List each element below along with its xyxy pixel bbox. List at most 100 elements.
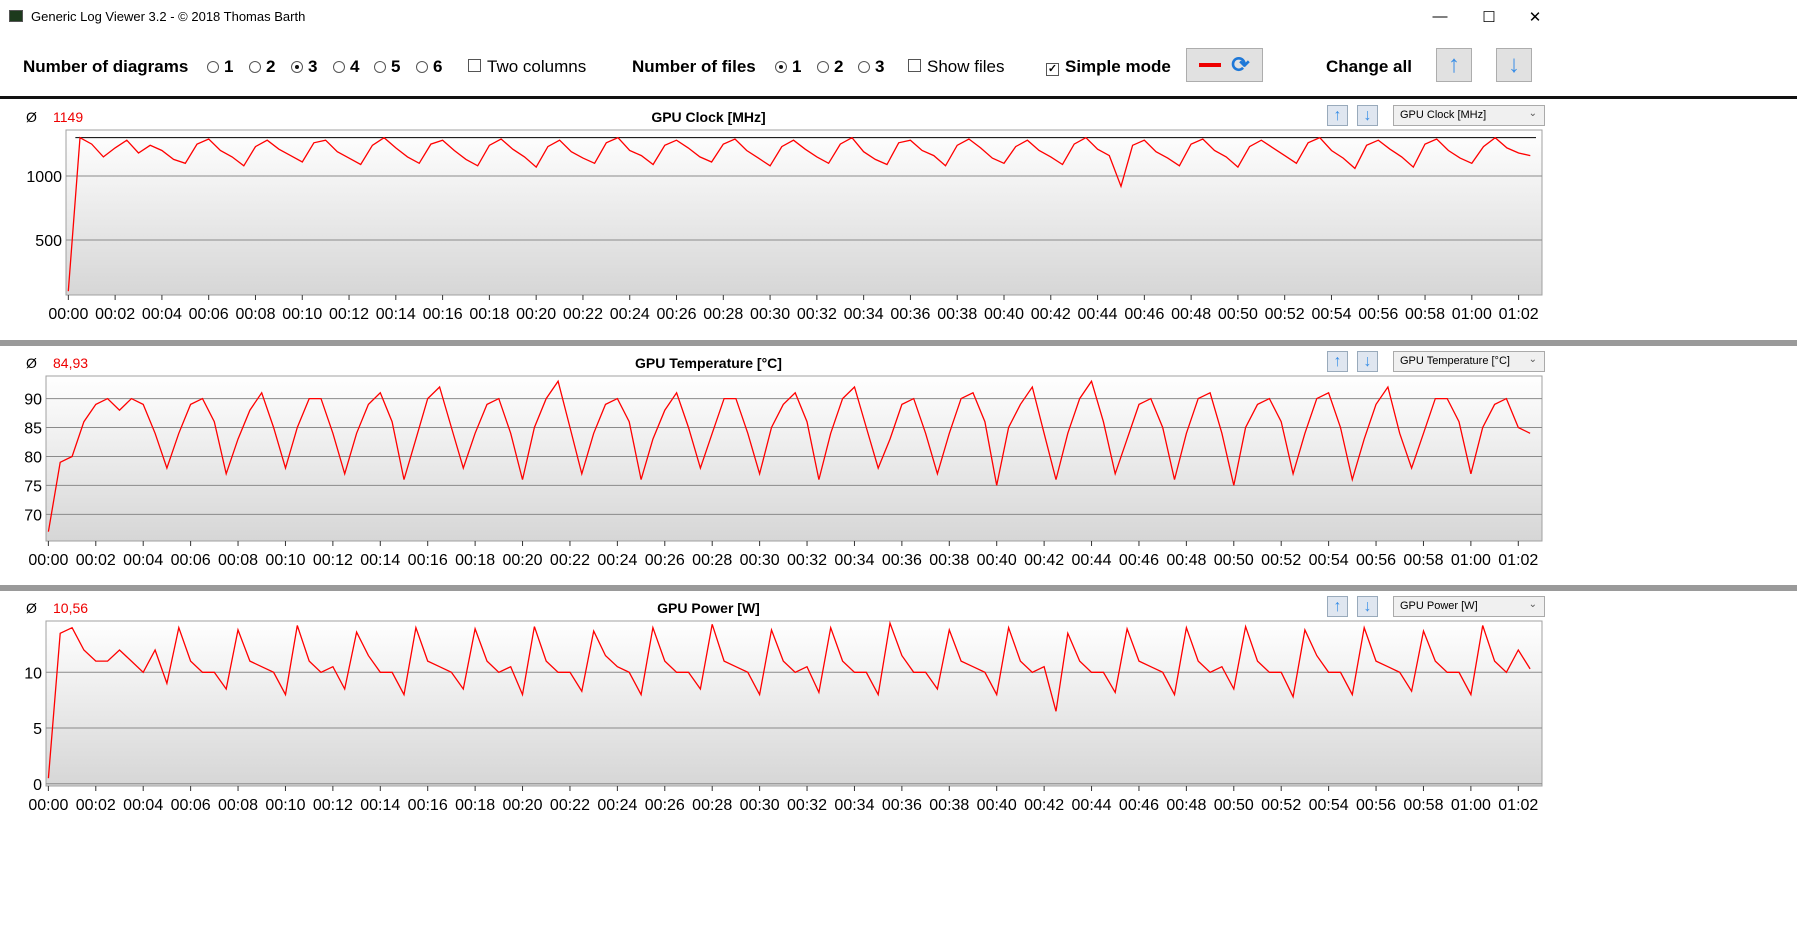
x-tick-label: 00:28 bbox=[692, 797, 732, 814]
panel-separator[interactable] bbox=[0, 585, 1797, 591]
x-tick-label: 01:02 bbox=[1499, 306, 1539, 323]
checkbox-box[interactable] bbox=[908, 59, 921, 72]
diagrams-radio-4[interactable]: 4 bbox=[333, 57, 359, 77]
diagrams-radio-6[interactable]: 6 bbox=[416, 57, 442, 77]
change-all-up-button[interactable]: ↑ bbox=[1436, 48, 1472, 82]
red-line-icon bbox=[1199, 63, 1222, 67]
x-tick-label: 00:04 bbox=[123, 552, 163, 569]
x-tick-label: 00:02 bbox=[95, 306, 135, 323]
show-files-label: Show files bbox=[927, 57, 1005, 76]
radio-circle[interactable] bbox=[858, 61, 870, 73]
radio-circle[interactable] bbox=[333, 61, 345, 73]
arrow-up-icon: ↑ bbox=[1448, 51, 1460, 78]
simple-mode-checkbox[interactable]: ✓ Simple mode bbox=[1046, 57, 1171, 77]
radio-circle[interactable] bbox=[291, 61, 303, 73]
radio-circle[interactable] bbox=[207, 61, 219, 73]
x-tick-label: 01:00 bbox=[1452, 306, 1492, 323]
radio-label: 1 bbox=[792, 57, 802, 76]
radio-circle[interactable] bbox=[817, 61, 829, 73]
x-tick-label: 00:36 bbox=[890, 306, 930, 323]
x-tick-label: 00:10 bbox=[265, 552, 305, 569]
panel-separator[interactable] bbox=[0, 340, 1797, 346]
line-color-refresh-button[interactable]: ⟳ bbox=[1186, 48, 1263, 82]
diagrams-radio-3[interactable]: 3 bbox=[291, 57, 317, 77]
x-tick-label: 01:02 bbox=[1498, 552, 1538, 569]
toolbar: Number of diagrams 1 2 3 4 5 6 Two columns Nu… bbox=[0, 33, 1797, 99]
radio-circle[interactable] bbox=[775, 61, 787, 73]
x-tick-label: 00:04 bbox=[123, 797, 163, 814]
maximize-button[interactable]: ☐ bbox=[1466, 0, 1512, 33]
show-files-checkbox[interactable]: Show files bbox=[908, 57, 1004, 77]
x-tick-label: 00:06 bbox=[189, 306, 229, 323]
minimize-button[interactable]: — bbox=[1417, 0, 1463, 33]
x-tick-label: 00:46 bbox=[1119, 797, 1159, 814]
x-tick-label: 00:22 bbox=[550, 552, 590, 569]
radio-circle[interactable] bbox=[374, 61, 386, 73]
x-tick-label: 00:20 bbox=[503, 797, 543, 814]
x-tick-label: 00:54 bbox=[1311, 306, 1351, 323]
x-tick-label: 00:12 bbox=[313, 552, 353, 569]
files-radio-3[interactable]: 3 bbox=[858, 57, 884, 77]
arrow-down-icon: ↓ bbox=[1508, 51, 1520, 78]
x-tick-label: 00:38 bbox=[937, 306, 977, 323]
diagrams-radio-1[interactable]: 1 bbox=[207, 57, 233, 77]
x-tick-label: 00:22 bbox=[550, 797, 590, 814]
plot-area bbox=[45, 375, 1543, 542]
x-tick-label: 00:52 bbox=[1261, 797, 1301, 814]
chart-plot[interactable]: 0 5 10 00:00 00:02 00:04 00:06 00:08 00:10 00:12 0… bbox=[0, 591, 1797, 833]
diagrams-radio-2[interactable]: 2 bbox=[249, 57, 275, 77]
radio-circle[interactable] bbox=[416, 61, 428, 73]
y-tick-label: 5 bbox=[33, 721, 42, 738]
diagrams-label: Number of diagrams bbox=[23, 57, 189, 76]
files-radio-1[interactable]: 1 bbox=[775, 57, 801, 77]
x-tick-label: 00:10 bbox=[282, 306, 322, 323]
x-tick-label: 00:42 bbox=[1031, 306, 1071, 323]
x-tick-label: 00:24 bbox=[597, 552, 637, 569]
x-tick-label: 00:58 bbox=[1403, 552, 1443, 569]
plot-area bbox=[65, 129, 1543, 296]
x-tick-label: 00:18 bbox=[455, 552, 495, 569]
diagrams-radio-5[interactable]: 5 bbox=[374, 57, 400, 77]
simple-mode-label: Simple mode bbox=[1065, 57, 1171, 76]
y-tick-label: 80 bbox=[24, 449, 42, 466]
x-tick-label: 00:50 bbox=[1214, 797, 1254, 814]
x-tick-label: 00:58 bbox=[1405, 306, 1445, 323]
checkbox-box[interactable]: ✓ bbox=[1046, 63, 1059, 76]
chart-plot[interactable]: 500 1000 00:00 00:02 00:04 00:06 00:08 00:10 00:… bbox=[0, 100, 1797, 342]
two-columns-label: Two columns bbox=[487, 57, 587, 76]
x-tick-label: 00:46 bbox=[1119, 552, 1159, 569]
x-tick-label: 00:50 bbox=[1218, 306, 1258, 323]
files-label: Number of files bbox=[632, 57, 756, 76]
x-tick-label: 00:54 bbox=[1309, 797, 1349, 814]
x-tick-label: 01:00 bbox=[1451, 552, 1491, 569]
x-tick-label: 01:02 bbox=[1498, 797, 1538, 814]
x-tick-label: 00:48 bbox=[1166, 797, 1206, 814]
y-tick-label: 75 bbox=[24, 478, 42, 495]
x-tick-label: 00:12 bbox=[313, 797, 353, 814]
chart-plot[interactable]: 70 75 80 85 90 00:00 00:02 00:04 00:06 00:08 00:10… bbox=[0, 346, 1797, 588]
radio-circle[interactable] bbox=[249, 61, 261, 73]
x-tick-label: 00:56 bbox=[1356, 797, 1396, 814]
x-tick-label: 01:00 bbox=[1451, 797, 1491, 814]
x-tick-label: 00:32 bbox=[787, 797, 827, 814]
x-tick-label: 00:26 bbox=[645, 552, 685, 569]
radio-label: 4 bbox=[350, 57, 360, 76]
radio-label: 1 bbox=[224, 57, 234, 76]
x-tick-label: 00:40 bbox=[977, 552, 1017, 569]
close-button[interactable]: ✕ bbox=[1512, 0, 1558, 33]
files-radio-2[interactable]: 2 bbox=[817, 57, 843, 77]
x-tick-label: 00:28 bbox=[703, 306, 743, 323]
x-tick-label: 00:42 bbox=[1024, 797, 1064, 814]
radio-label: 5 bbox=[391, 57, 401, 76]
x-tick-label: 00:02 bbox=[76, 797, 116, 814]
diagram-panel: Ø 1149 GPU Clock [MHz] ↑ ↓ GPU Clock [MH… bbox=[0, 100, 1797, 342]
checkbox-box[interactable] bbox=[468, 59, 481, 72]
x-tick-label: 00:26 bbox=[645, 797, 685, 814]
x-tick-label: 00:14 bbox=[360, 797, 400, 814]
y-tick-label: 90 bbox=[24, 392, 42, 409]
x-tick-label: 00:04 bbox=[142, 306, 182, 323]
two-columns-checkbox[interactable]: Two columns bbox=[468, 57, 586, 77]
radio-label: 3 bbox=[875, 57, 885, 76]
x-tick-label: 00:34 bbox=[834, 797, 874, 814]
change-all-down-button[interactable]: ↓ bbox=[1496, 48, 1532, 82]
